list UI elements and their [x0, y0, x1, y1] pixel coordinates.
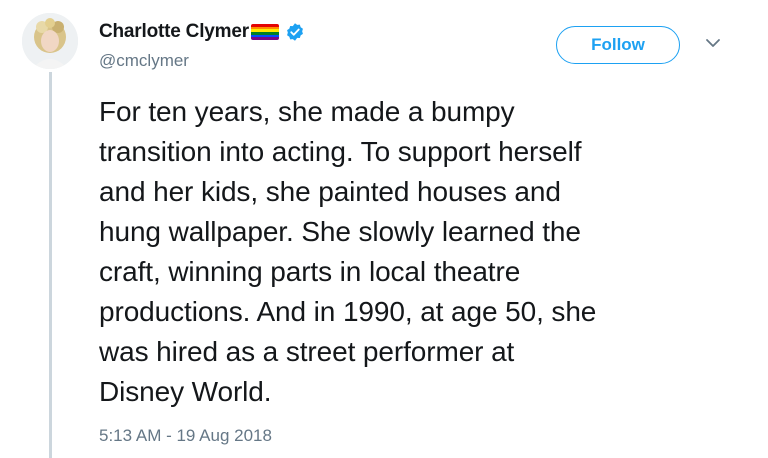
tweet-text-line: was hired as a street performer at — [99, 336, 515, 367]
tweet-text-line: productions. And in 1990, at age 50, she — [99, 296, 597, 327]
thread-line — [49, 72, 52, 458]
verified-badge-icon — [286, 23, 303, 41]
display-name[interactable]: Charlotte Clymer — [99, 21, 249, 43]
avatar[interactable] — [22, 13, 78, 69]
chevron-down-icon[interactable] — [705, 37, 721, 49]
tweet-text-line: For ten years, she made a bumpy — [99, 96, 515, 127]
tweet-text-line: and her kids, she painted houses and — [99, 176, 561, 207]
user-handle[interactable]: @cmclymer — [99, 51, 189, 71]
tweet-text: For ten years, she made a bumpy transiti… — [99, 92, 739, 412]
tweet-text-line: hung wallpaper. She slowly learned the — [99, 216, 581, 247]
tweet-text-line: Disney World. — [99, 376, 272, 407]
tweet-text-line: craft, winning parts in local theatre — [99, 256, 521, 287]
tweet-timestamp[interactable]: 5:13 AM - 19 Aug 2018 — [99, 426, 272, 446]
rainbow-flag-icon — [250, 24, 279, 40]
name-row: Charlotte Clymer — [99, 20, 305, 44]
follow-button[interactable]: Follow — [556, 26, 680, 64]
tweet-text-line: transition into acting. To support herse… — [99, 136, 582, 167]
